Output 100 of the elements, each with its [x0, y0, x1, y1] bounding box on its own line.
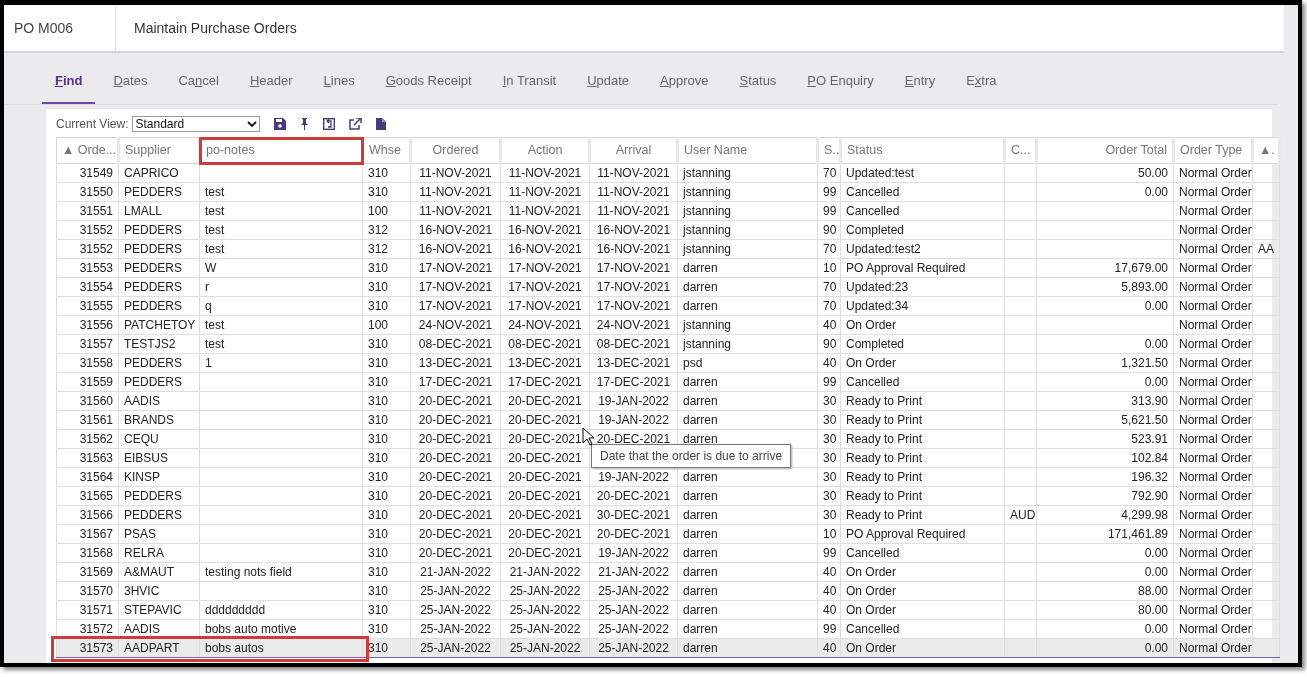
action-date-cell: 17-NOV-2021 — [500, 258, 590, 278]
column-header[interactable]: Whse — [362, 137, 411, 164]
tab[interactable]: Extra — [953, 67, 1010, 104]
status-code-cell: 70 — [817, 277, 841, 297]
ordered-date-cell: 20-DEC-2021 — [410, 505, 501, 525]
supplier-cell: LMALL — [118, 201, 200, 221]
column-header[interactable]: Arrival — [589, 137, 678, 164]
warehouse-cell: 310 — [362, 163, 411, 183]
status-cell: On Order — [840, 353, 1005, 373]
save-icon[interactable] — [274, 118, 287, 130]
status-code-cell: 70 — [817, 296, 841, 316]
action-date-cell: 16-NOV-2021 — [500, 220, 590, 240]
status-cell: Ready to Print — [840, 391, 1005, 411]
order-number-cell: 31556 — [56, 315, 119, 335]
warehouse-cell: 310 — [362, 410, 411, 430]
column-header[interactable]: Status — [840, 137, 1005, 164]
ordered-date-cell: 17-NOV-2021 — [410, 296, 501, 316]
warehouse-cell: 310 — [362, 524, 411, 544]
order-total-cell: 50.00 — [1036, 163, 1174, 183]
user-name-cell: darren — [677, 296, 818, 316]
user-name-cell: darren — [677, 391, 818, 411]
status-cell: On Order — [840, 562, 1005, 582]
status-cell: Cancelled — [840, 372, 1005, 392]
order-number-cell: 31569 — [56, 562, 119, 582]
column-header[interactable]: S.. — [817, 137, 841, 164]
tab[interactable]: Entry — [891, 67, 949, 104]
tab[interactable]: Approve — [647, 67, 722, 104]
order-number-cell: 31558 — [56, 353, 119, 373]
warehouse-cell: 310 — [362, 182, 411, 202]
view-label: Current View: — [56, 116, 129, 133]
column-header[interactable]: Order Total — [1036, 137, 1174, 164]
ordered-date-cell: 16-NOV-2021 — [410, 239, 501, 259]
user-name-cell: jstanning — [677, 239, 818, 259]
action-date-cell: 25-JAN-2022 — [500, 619, 590, 639]
external-link-icon[interactable] — [349, 118, 363, 130]
status-code-cell: 30 — [817, 391, 841, 411]
user-name-cell: darren — [677, 581, 818, 601]
arrival-date-cell: 20-DEC-2021 — [589, 486, 678, 506]
status-cell: Completed — [840, 334, 1005, 354]
user-name-cell: darren — [677, 562, 818, 582]
user-name-cell: jstanning — [677, 220, 818, 240]
pin-icon[interactable] — [300, 118, 310, 130]
ordered-date-cell: 20-DEC-2021 — [410, 410, 501, 430]
action-date-cell: 17-NOV-2021 — [500, 277, 590, 297]
column-header[interactable]: Ordered — [410, 137, 501, 164]
user-name-cell: jstanning — [677, 182, 818, 202]
tab[interactable]: Cancel — [165, 67, 232, 104]
status-code-cell: 90 — [817, 220, 841, 240]
status-code-cell: 30 — [817, 505, 841, 525]
column-header[interactable]: ▲. — [1252, 137, 1280, 164]
tab[interactable]: PO Enquiry — [794, 67, 887, 104]
restore-icon[interactable] — [323, 118, 336, 130]
supplier-cell: CAPRICO — [118, 163, 200, 183]
order-total-cell: 313.90 — [1036, 391, 1174, 411]
order-total-cell: 0.00 — [1036, 296, 1174, 316]
tab[interactable]: Status — [726, 67, 790, 104]
order-type-cell: Normal Order — [1173, 581, 1253, 601]
document-icon[interactable] — [376, 118, 387, 130]
ordered-date-cell: 13-DEC-2021 — [410, 353, 501, 373]
order-number-cell: 31561 — [56, 410, 119, 430]
tab[interactable]: Update — [574, 67, 643, 104]
warehouse-cell: 310 — [362, 277, 411, 297]
ordered-date-cell: 17-NOV-2021 — [410, 277, 501, 297]
column-header[interactable]: Order Type — [1173, 137, 1253, 164]
order-number-cell: 31570 — [56, 581, 119, 601]
tab[interactable]: Goods Receipt — [372, 67, 485, 104]
status-cell: Ready to Print — [840, 467, 1005, 487]
warehouse-cell: 310 — [362, 448, 411, 468]
action-date-cell: 25-JAN-2022 — [500, 581, 590, 601]
order-type-cell: Normal Order — [1173, 201, 1253, 221]
ordered-date-cell: 20-DEC-2021 — [410, 391, 501, 411]
column-header[interactable]: po-notes — [199, 137, 363, 164]
tab[interactable]: Dates — [100, 67, 161, 104]
tab[interactable]: Find — [42, 67, 96, 104]
status-code-cell: 10 — [817, 258, 841, 278]
column-header[interactable]: Supplier — [118, 137, 200, 164]
tab[interactable]: Lines — [310, 67, 368, 104]
status-cell: Cancelled — [840, 201, 1005, 221]
tab[interactable]: In Transit — [489, 67, 570, 104]
status-cell: Ready to Print — [840, 429, 1005, 449]
action-date-cell: 20-DEC-2021 — [500, 391, 590, 411]
column-header[interactable]: User Name — [677, 137, 818, 164]
status-code-cell: 30 — [817, 467, 841, 487]
view-dropdown[interactable]: Standard — [132, 116, 261, 132]
order-number-cell: 31572 — [56, 619, 119, 639]
column-header[interactable]: ▲ Orde... — [56, 137, 119, 164]
tab[interactable]: Header — [236, 67, 306, 104]
order-number-cell: 31560 — [56, 391, 119, 411]
column-header[interactable]: C... — [1004, 137, 1037, 164]
column-header[interactable]: Action — [500, 137, 590, 164]
ordered-date-cell: 25-JAN-2022 — [410, 581, 501, 601]
warehouse-cell: 310 — [362, 562, 411, 582]
action-date-cell: 25-JAN-2022 — [500, 600, 590, 620]
arrival-date-cell: 11-NOV-2021 — [589, 163, 678, 183]
order-total-cell: 523.91 — [1036, 429, 1174, 449]
order-total-cell: 792.90 — [1036, 486, 1174, 506]
order-number-cell: 31552 — [56, 220, 119, 240]
status-cell: Ready to Print — [840, 410, 1005, 430]
order-type-cell: Normal Order — [1173, 486, 1253, 506]
status-cell: PO Approval Required — [840, 524, 1005, 544]
